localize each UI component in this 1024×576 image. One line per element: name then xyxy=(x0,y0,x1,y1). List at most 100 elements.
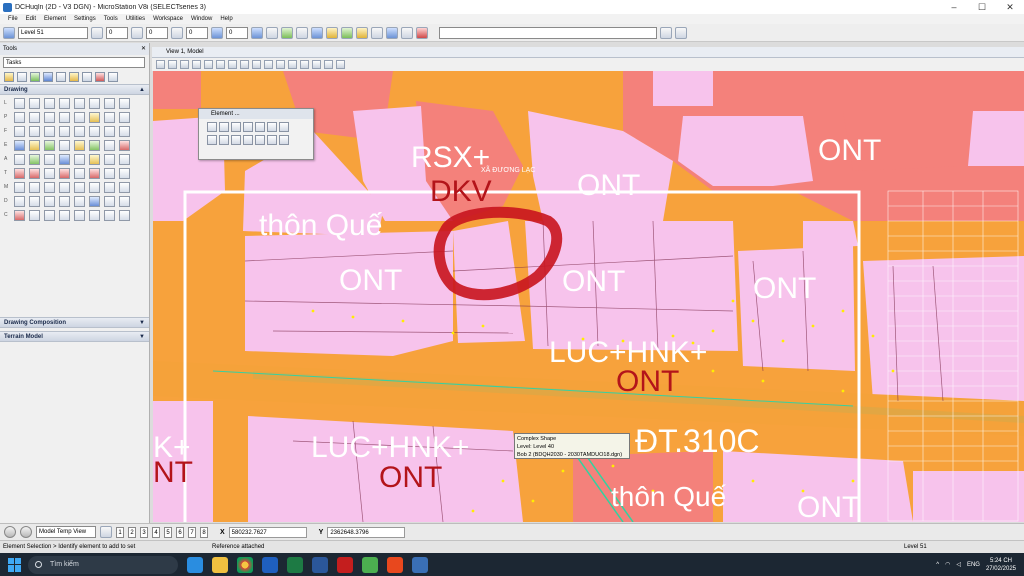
display-style-icon[interactable] xyxy=(168,60,177,69)
select-all-icon[interactable] xyxy=(267,122,277,132)
change-view-perspective-icon[interactable] xyxy=(324,60,333,69)
line-style-combo[interactable]: 0 xyxy=(146,26,168,39)
text-spell-icon[interactable] xyxy=(44,168,55,179)
app-green-icon[interactable] xyxy=(362,556,378,573)
replace-cell-icon[interactable] xyxy=(44,210,55,221)
chevron-up-icon[interactable]: ▲ xyxy=(139,85,145,94)
models-icon[interactable] xyxy=(281,26,293,39)
place-block-icon[interactable] xyxy=(14,112,25,123)
place-circle-icon[interactable] xyxy=(14,126,25,137)
crosshatch-icon[interactable] xyxy=(104,112,115,123)
cell-library-icon[interactable] xyxy=(119,196,130,207)
update-table-icon[interactable] xyxy=(104,210,115,221)
fillet-icon[interactable] xyxy=(89,154,100,165)
file-explorer-icon[interactable] xyxy=(212,556,228,573)
view-window-title[interactable]: View 1, Model xyxy=(152,47,1024,58)
unlock-icon[interactable] xyxy=(59,140,70,151)
chevron-down-icon[interactable]: ▼ xyxy=(139,332,145,341)
volume-icon[interactable]: ◁ xyxy=(956,561,961,568)
x-coordinate-field[interactable]: 580232.7627 xyxy=(228,526,307,538)
zoom-in-icon[interactable] xyxy=(192,60,201,69)
construct-angle-icon[interactable] xyxy=(119,98,130,109)
match-text-icon[interactable] xyxy=(104,168,115,179)
menu-help[interactable]: Help xyxy=(220,16,232,22)
info-icon[interactable] xyxy=(386,26,398,39)
place-half-ellipse-icon[interactable] xyxy=(59,126,70,137)
word-document-icon[interactable] xyxy=(312,556,328,573)
clip-mask-icon[interactable] xyxy=(312,60,321,69)
dimension-linear-icon[interactable] xyxy=(29,182,40,193)
key-in-icon[interactable] xyxy=(326,26,338,39)
chamfer-icon[interactable] xyxy=(104,154,115,165)
tentative-icon[interactable] xyxy=(108,72,118,82)
measure-distance-icon[interactable] xyxy=(14,196,25,207)
place-smartline-icon[interactable] xyxy=(14,98,25,109)
line-style-icon[interactable] xyxy=(131,26,143,39)
forward-icon[interactable] xyxy=(20,526,32,538)
group-holes-icon[interactable] xyxy=(104,140,115,151)
line-weight-icon[interactable] xyxy=(171,26,183,39)
menu-workspace[interactable]: Workspace xyxy=(153,16,183,22)
zoom-out-icon[interactable] xyxy=(204,60,213,69)
element-selection-icon[interactable] xyxy=(207,122,217,132)
update-view-icon[interactable] xyxy=(180,60,189,69)
arc-axis-icon[interactable] xyxy=(119,126,130,137)
arc-radius-icon[interactable] xyxy=(104,126,115,137)
place-shape-icon[interactable] xyxy=(29,112,40,123)
element-selection-icon[interactable] xyxy=(4,72,14,82)
hatch-icon[interactable] xyxy=(89,112,100,123)
view-group-combo[interactable]: Model Temp View xyxy=(36,526,96,538)
define-cell-icon[interactable] xyxy=(59,210,70,221)
select-subtract-icon[interactable] xyxy=(231,135,241,145)
dimension-update-icon[interactable] xyxy=(104,182,115,193)
maximize-button[interactable]: ☐ xyxy=(968,0,996,14)
place-line-icon[interactable] xyxy=(29,98,40,109)
status-level[interactable]: Level 51 xyxy=(904,544,1024,550)
microstation-taskbar-icon[interactable] xyxy=(412,556,428,573)
place-point-icon[interactable] xyxy=(74,98,85,109)
lock-icon[interactable] xyxy=(44,140,55,151)
line-weight-combo[interactable]: 0 xyxy=(186,26,208,39)
modify-arc-icon[interactable] xyxy=(74,126,85,137)
view-tab-5[interactable]: 5 xyxy=(164,526,172,538)
globe-icon[interactable] xyxy=(267,135,277,145)
dimension-table-icon[interactable] xyxy=(119,182,130,193)
color-icon[interactable] xyxy=(91,26,103,39)
view-tab-1[interactable]: 1 xyxy=(116,526,124,538)
chrome-icon[interactable] xyxy=(237,556,253,573)
level-manager-icon[interactable] xyxy=(3,26,15,39)
menu-tools[interactable]: Tools xyxy=(104,16,118,22)
insert-vertex-icon[interactable] xyxy=(119,154,130,165)
delete-element-icon[interactable] xyxy=(95,72,105,82)
view-next-icon[interactable] xyxy=(276,60,285,69)
dimension-angle-icon[interactable] xyxy=(44,182,55,193)
drop-cell-icon[interactable] xyxy=(74,210,85,221)
dimension-ordinate-icon[interactable] xyxy=(74,182,85,193)
place-note-icon[interactable] xyxy=(59,168,70,179)
raster-icon[interactable] xyxy=(311,26,323,39)
place-multiline-icon[interactable] xyxy=(59,98,70,109)
measure-radius-icon[interactable] xyxy=(29,196,40,207)
view-tab-4[interactable]: 4 xyxy=(152,526,160,538)
word-icon[interactable] xyxy=(262,556,278,573)
select-invert-icon[interactable] xyxy=(243,135,253,145)
menu-file[interactable]: File xyxy=(8,16,18,22)
chevron-down-icon[interactable]: ▼ xyxy=(139,318,145,327)
view-previous-icon[interactable] xyxy=(264,60,273,69)
select-new-icon[interactable] xyxy=(207,135,217,145)
layers-icon[interactable] xyxy=(341,26,353,39)
keyin-browse-icon[interactable] xyxy=(660,26,672,39)
references-icon[interactable] xyxy=(296,26,308,39)
increment-text-icon[interactable] xyxy=(74,168,85,179)
rotate-view-icon[interactable] xyxy=(240,60,249,69)
view-tab-7[interactable]: 7 xyxy=(188,526,196,538)
place-table-icon[interactable] xyxy=(89,210,100,221)
select-rectangle-icon[interactable] xyxy=(219,122,229,132)
drawing-section-header[interactable]: Drawing ▲ xyxy=(0,84,149,95)
transparency-icon[interactable] xyxy=(211,26,223,39)
y-coordinate-field[interactable]: 2362648.3796 xyxy=(327,526,406,538)
close-icon[interactable]: ✕ xyxy=(141,43,146,55)
create-region-icon[interactable] xyxy=(74,112,85,123)
search-combo[interactable] xyxy=(439,26,657,39)
foxit-icon[interactable] xyxy=(387,556,403,573)
